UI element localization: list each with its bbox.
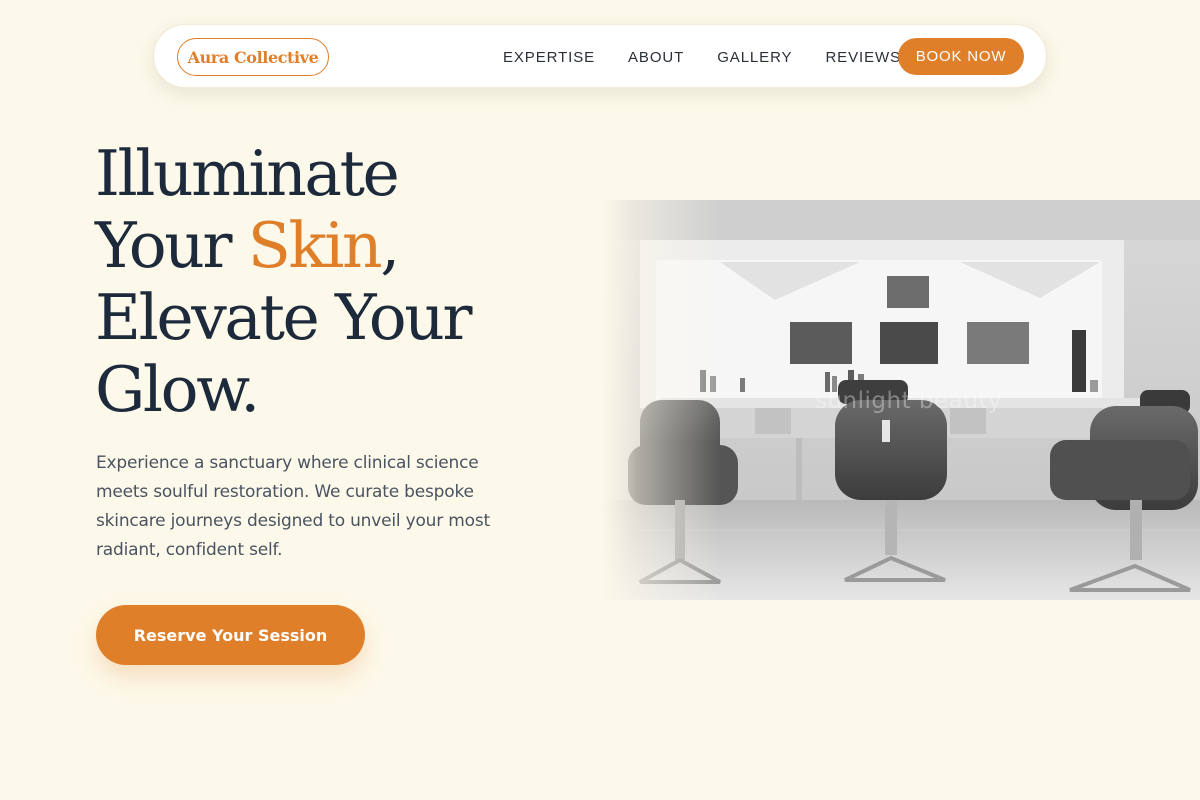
nav-link-about[interactable]: ABOUT xyxy=(628,49,684,66)
landing-page: Aura Collective EXPERTISE ABOUT GALLERY … xyxy=(0,0,1200,800)
top-navigation: Aura Collective EXPERTISE ABOUT GALLERY … xyxy=(153,24,1047,88)
headline-line-2-end: , xyxy=(380,209,400,282)
nav-link-gallery[interactable]: GALLERY xyxy=(717,49,792,66)
headline-line-2-start: Your xyxy=(95,209,248,282)
reserve-session-button[interactable]: Reserve Your Session xyxy=(96,605,365,665)
nav-link-expertise[interactable]: EXPERTISE xyxy=(503,49,595,66)
headline-line-3: Elevate Your xyxy=(95,281,473,354)
nav-links: EXPERTISE ABOUT GALLERY REVIEWS xyxy=(503,25,901,89)
hero-description: Experience a sanctuary where clinical sc… xyxy=(96,453,490,560)
nav-link-reviews[interactable]: REVIEWS xyxy=(825,49,900,66)
headline-line-1: Illuminate xyxy=(95,137,400,210)
headline-line-4: Glow. xyxy=(95,353,260,426)
hero-headline: Illuminate Your Skin, Elevate Your Glow. xyxy=(95,138,565,426)
image-watermark: sunlight beauty xyxy=(815,388,1002,414)
book-now-button[interactable]: BOOK NOW xyxy=(898,38,1024,75)
salon-interior-image: sunlight beauty xyxy=(600,200,1200,600)
brand-logo[interactable]: Aura Collective xyxy=(177,38,329,76)
headline-accent-word: Skin xyxy=(247,209,383,282)
